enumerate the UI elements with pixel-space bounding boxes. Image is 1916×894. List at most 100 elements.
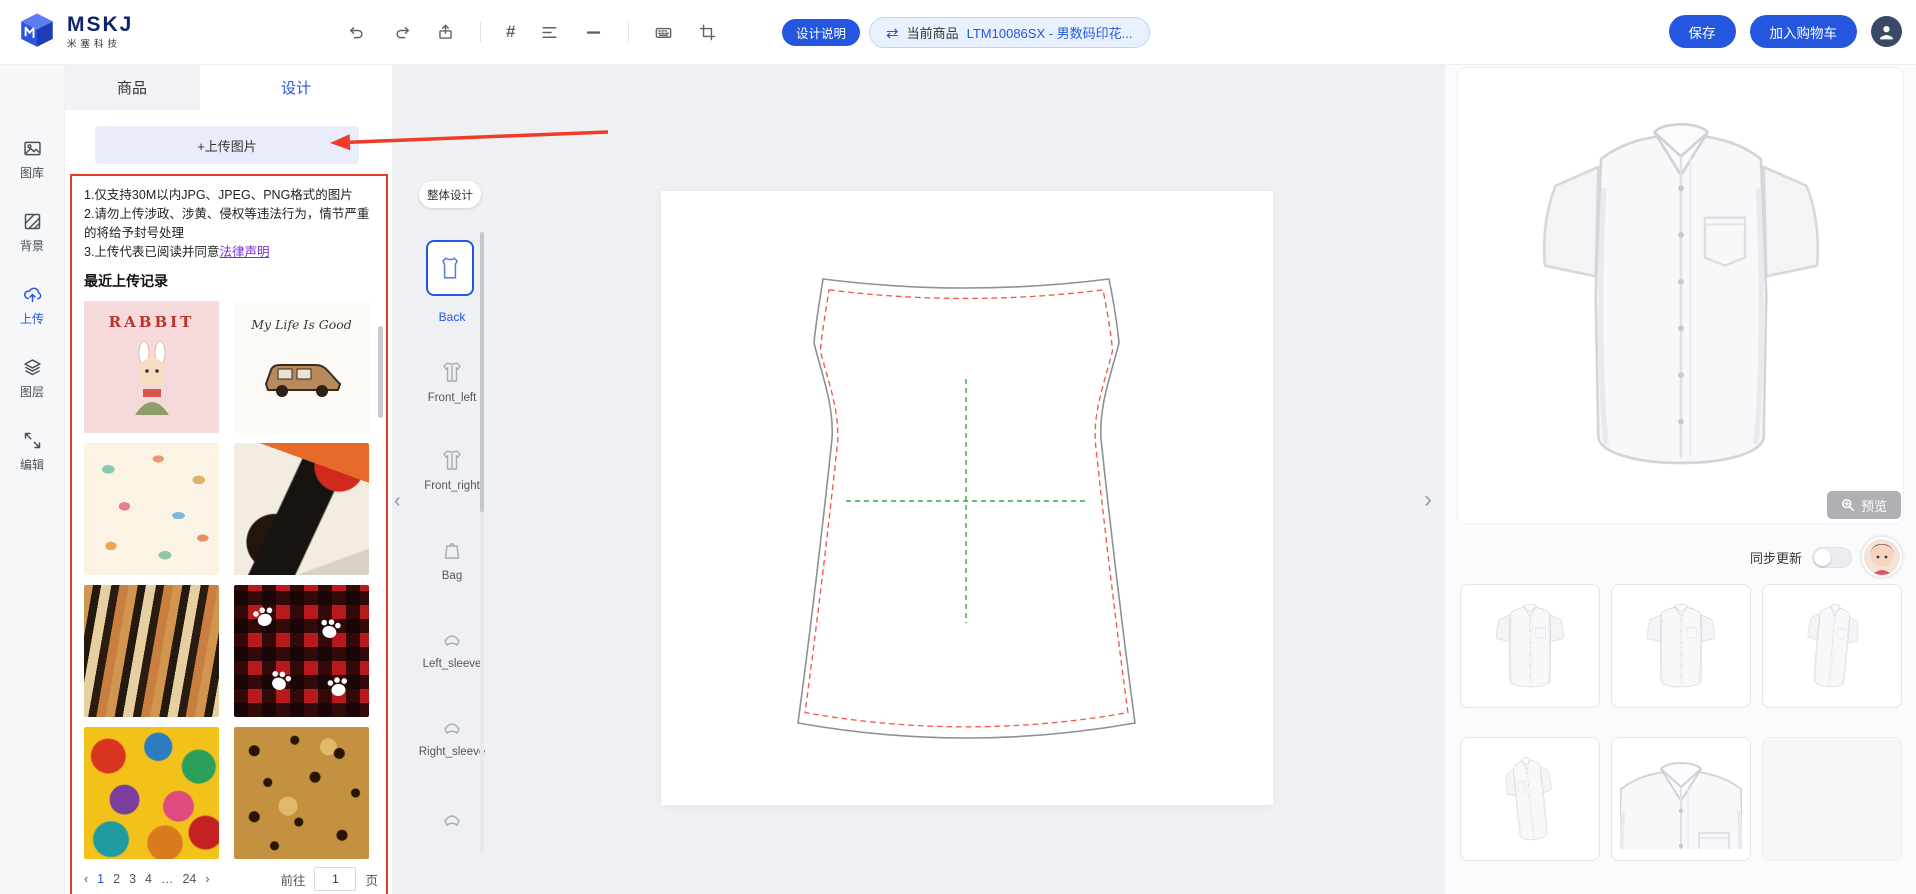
swap-product-icon: ⇄ (886, 24, 899, 42)
gallery-icon (22, 138, 43, 159)
add-to-cart-button[interactable]: 加入购物车 (1750, 15, 1858, 48)
current-product-pill[interactable]: ⇄ 当前商品 LTM10086SX - 男数码印花... (869, 17, 1150, 48)
upload-thumb-rabbit[interactable]: RABBIT (84, 301, 219, 433)
left-rail: 图库 背景 上传 图层 编辑 (0, 64, 65, 894)
part-front-left[interactable]: Front_left (416, 360, 488, 404)
upload-thumb-life-is-good[interactable]: My Life Is Good (234, 301, 369, 433)
car-figure (256, 353, 348, 403)
parts-scrollbar-track[interactable] (480, 232, 484, 854)
upload-note-1: 1.仅支持30M以内JPG、JPEG、PNG格式的图片 (84, 186, 376, 205)
upload-thumb-tiger-stripes[interactable] (84, 585, 219, 717)
sidebar-label: 上传 (20, 310, 44, 327)
sidebar-label: 背景 (20, 237, 44, 254)
grid-scrollbar[interactable] (378, 326, 383, 418)
layers-icon (22, 357, 43, 378)
upload-thumb-dinosaur-pattern[interactable] (84, 443, 219, 575)
avatar-face (1864, 539, 1900, 575)
toolbar-divider (628, 22, 629, 42)
tab-design[interactable]: 设计 (200, 64, 392, 110)
overall-design-button[interactable]: 整体设计 (419, 181, 481, 208)
page-24-button[interactable]: 24 (182, 872, 196, 886)
keyboard-icon[interactable] (654, 23, 673, 42)
panel-tabs: 商品 设计 (64, 64, 392, 110)
sync-toggle[interactable] (1812, 547, 1852, 568)
next-page-button[interactable]: › (205, 872, 209, 886)
paw-prints (234, 585, 369, 717)
view-thumb-front-1[interactable] (1460, 584, 1600, 708)
page-1-button[interactable]: 1 (97, 872, 104, 886)
view-thumb-side-left[interactable] (1460, 737, 1600, 861)
align-list-icon[interactable] (540, 23, 559, 42)
legal-statement-link[interactable]: 法律声明 (219, 245, 269, 259)
part-right-sleeve[interactable]: Right_sleeve (416, 714, 488, 758)
part-partial[interactable] (416, 806, 488, 830)
part-label: Right_sleeve (419, 746, 485, 758)
shirt-back-icon (437, 255, 463, 281)
page-4-button[interactable]: 4 (145, 872, 152, 886)
upload-cloud-icon (22, 284, 43, 305)
page-unit-label: 页 (365, 870, 378, 889)
goto-label: 前往 (280, 870, 305, 889)
part-bag[interactable]: Bag (416, 538, 488, 582)
part-back-label[interactable]: Back (416, 310, 488, 324)
user-avatar[interactable] (1871, 16, 1902, 47)
upload-image-button[interactable]: +上传图片 (95, 126, 359, 164)
sidebar-item-upload[interactable]: 上传 (0, 284, 64, 327)
export-icon[interactable] (436, 23, 455, 42)
toolbar: # (348, 0, 717, 64)
background-icon (22, 211, 43, 232)
view-thumb-front-2[interactable] (1611, 584, 1751, 708)
parts-scrollbar-thumb[interactable] (480, 232, 484, 512)
grid-hash-icon[interactable]: # (506, 22, 515, 42)
view-thumb-collar-closeup[interactable] (1611, 737, 1751, 861)
preview-column: 预览 同步更新 (1445, 64, 1916, 894)
3d-shirt-render (1521, 80, 1841, 510)
redo-icon[interactable] (392, 23, 411, 42)
part-left-sleeve[interactable]: Left_sleeve (416, 626, 488, 670)
upload-note-3: 3.上传代表已阅读并同意法律声明 (84, 243, 376, 262)
sidebar-item-layers[interactable]: 图层 (0, 357, 64, 400)
life-is-good-caption: My Life Is Good (234, 317, 369, 332)
current-product-label: 当前商品 (907, 23, 959, 42)
goto-page-input[interactable] (314, 867, 356, 891)
upload-thumb-paw-plaid[interactable] (234, 585, 369, 717)
prev-page-button[interactable]: ‹ (84, 872, 88, 886)
left-sleeve-icon (440, 626, 464, 650)
sidebar-item-edit[interactable]: 编辑 (0, 430, 64, 473)
part-back-selected[interactable] (426, 240, 474, 296)
page-3-button[interactable]: 3 (129, 872, 136, 886)
crop-icon[interactable] (698, 23, 717, 42)
design-panel: 商品 设计 +上传图片 1.仅支持30M以内JPG、JPEG、PNG格式的图片 … (64, 64, 392, 894)
upload-thumb-leopard-print[interactable] (234, 727, 369, 859)
rabbit-caption: RABBIT (84, 313, 219, 331)
panel-collapse-handle[interactable]: ‹ (394, 490, 401, 513)
sidebar-label: 图库 (20, 164, 44, 181)
part-front-right[interactable]: Front_right (416, 448, 488, 492)
topbar: MSKJ 米塞科技 # (0, 0, 1916, 65)
design-canvas[interactable] (661, 191, 1273, 805)
upload-note-3-text: 3.上传代表已阅读并同意 (84, 245, 219, 259)
undo-icon[interactable] (348, 23, 367, 42)
pagination: ‹ 1 2 3 4 … 24 › 前往 页 (84, 866, 378, 892)
part-label: Front_right (424, 480, 480, 492)
recent-uploads-grid: RABBIT My Life Is Good (84, 301, 376, 859)
dash-icon[interactable] (584, 23, 603, 42)
preview-zoom-button[interactable]: 预览 (1827, 491, 1901, 519)
save-button[interactable]: 保存 (1669, 15, 1736, 48)
3d-preview-card: 预览 (1457, 67, 1904, 524)
person-icon (1877, 22, 1896, 41)
model-avatar[interactable] (1862, 537, 1902, 577)
preview-expand-handle[interactable]: › (1424, 486, 1432, 514)
view-thumb-side-right[interactable] (1762, 584, 1902, 708)
design-note-button[interactable]: 设计说明 (782, 19, 860, 46)
page-2-button[interactable]: 2 (113, 872, 120, 886)
tab-product[interactable]: 商品 (64, 64, 200, 110)
sync-row: 同步更新 (1457, 538, 1904, 576)
upload-thumb-comic-collage[interactable] (84, 727, 219, 859)
preview-zoom-label: 预览 (1861, 496, 1887, 515)
part-label: Left_sleeve (423, 658, 482, 670)
sidebar-label: 图层 (20, 383, 44, 400)
sidebar-item-background[interactable]: 背景 (0, 211, 64, 254)
sidebar-item-gallery[interactable]: 图库 (0, 138, 64, 181)
upload-thumb-abstract-bird[interactable] (234, 443, 369, 575)
